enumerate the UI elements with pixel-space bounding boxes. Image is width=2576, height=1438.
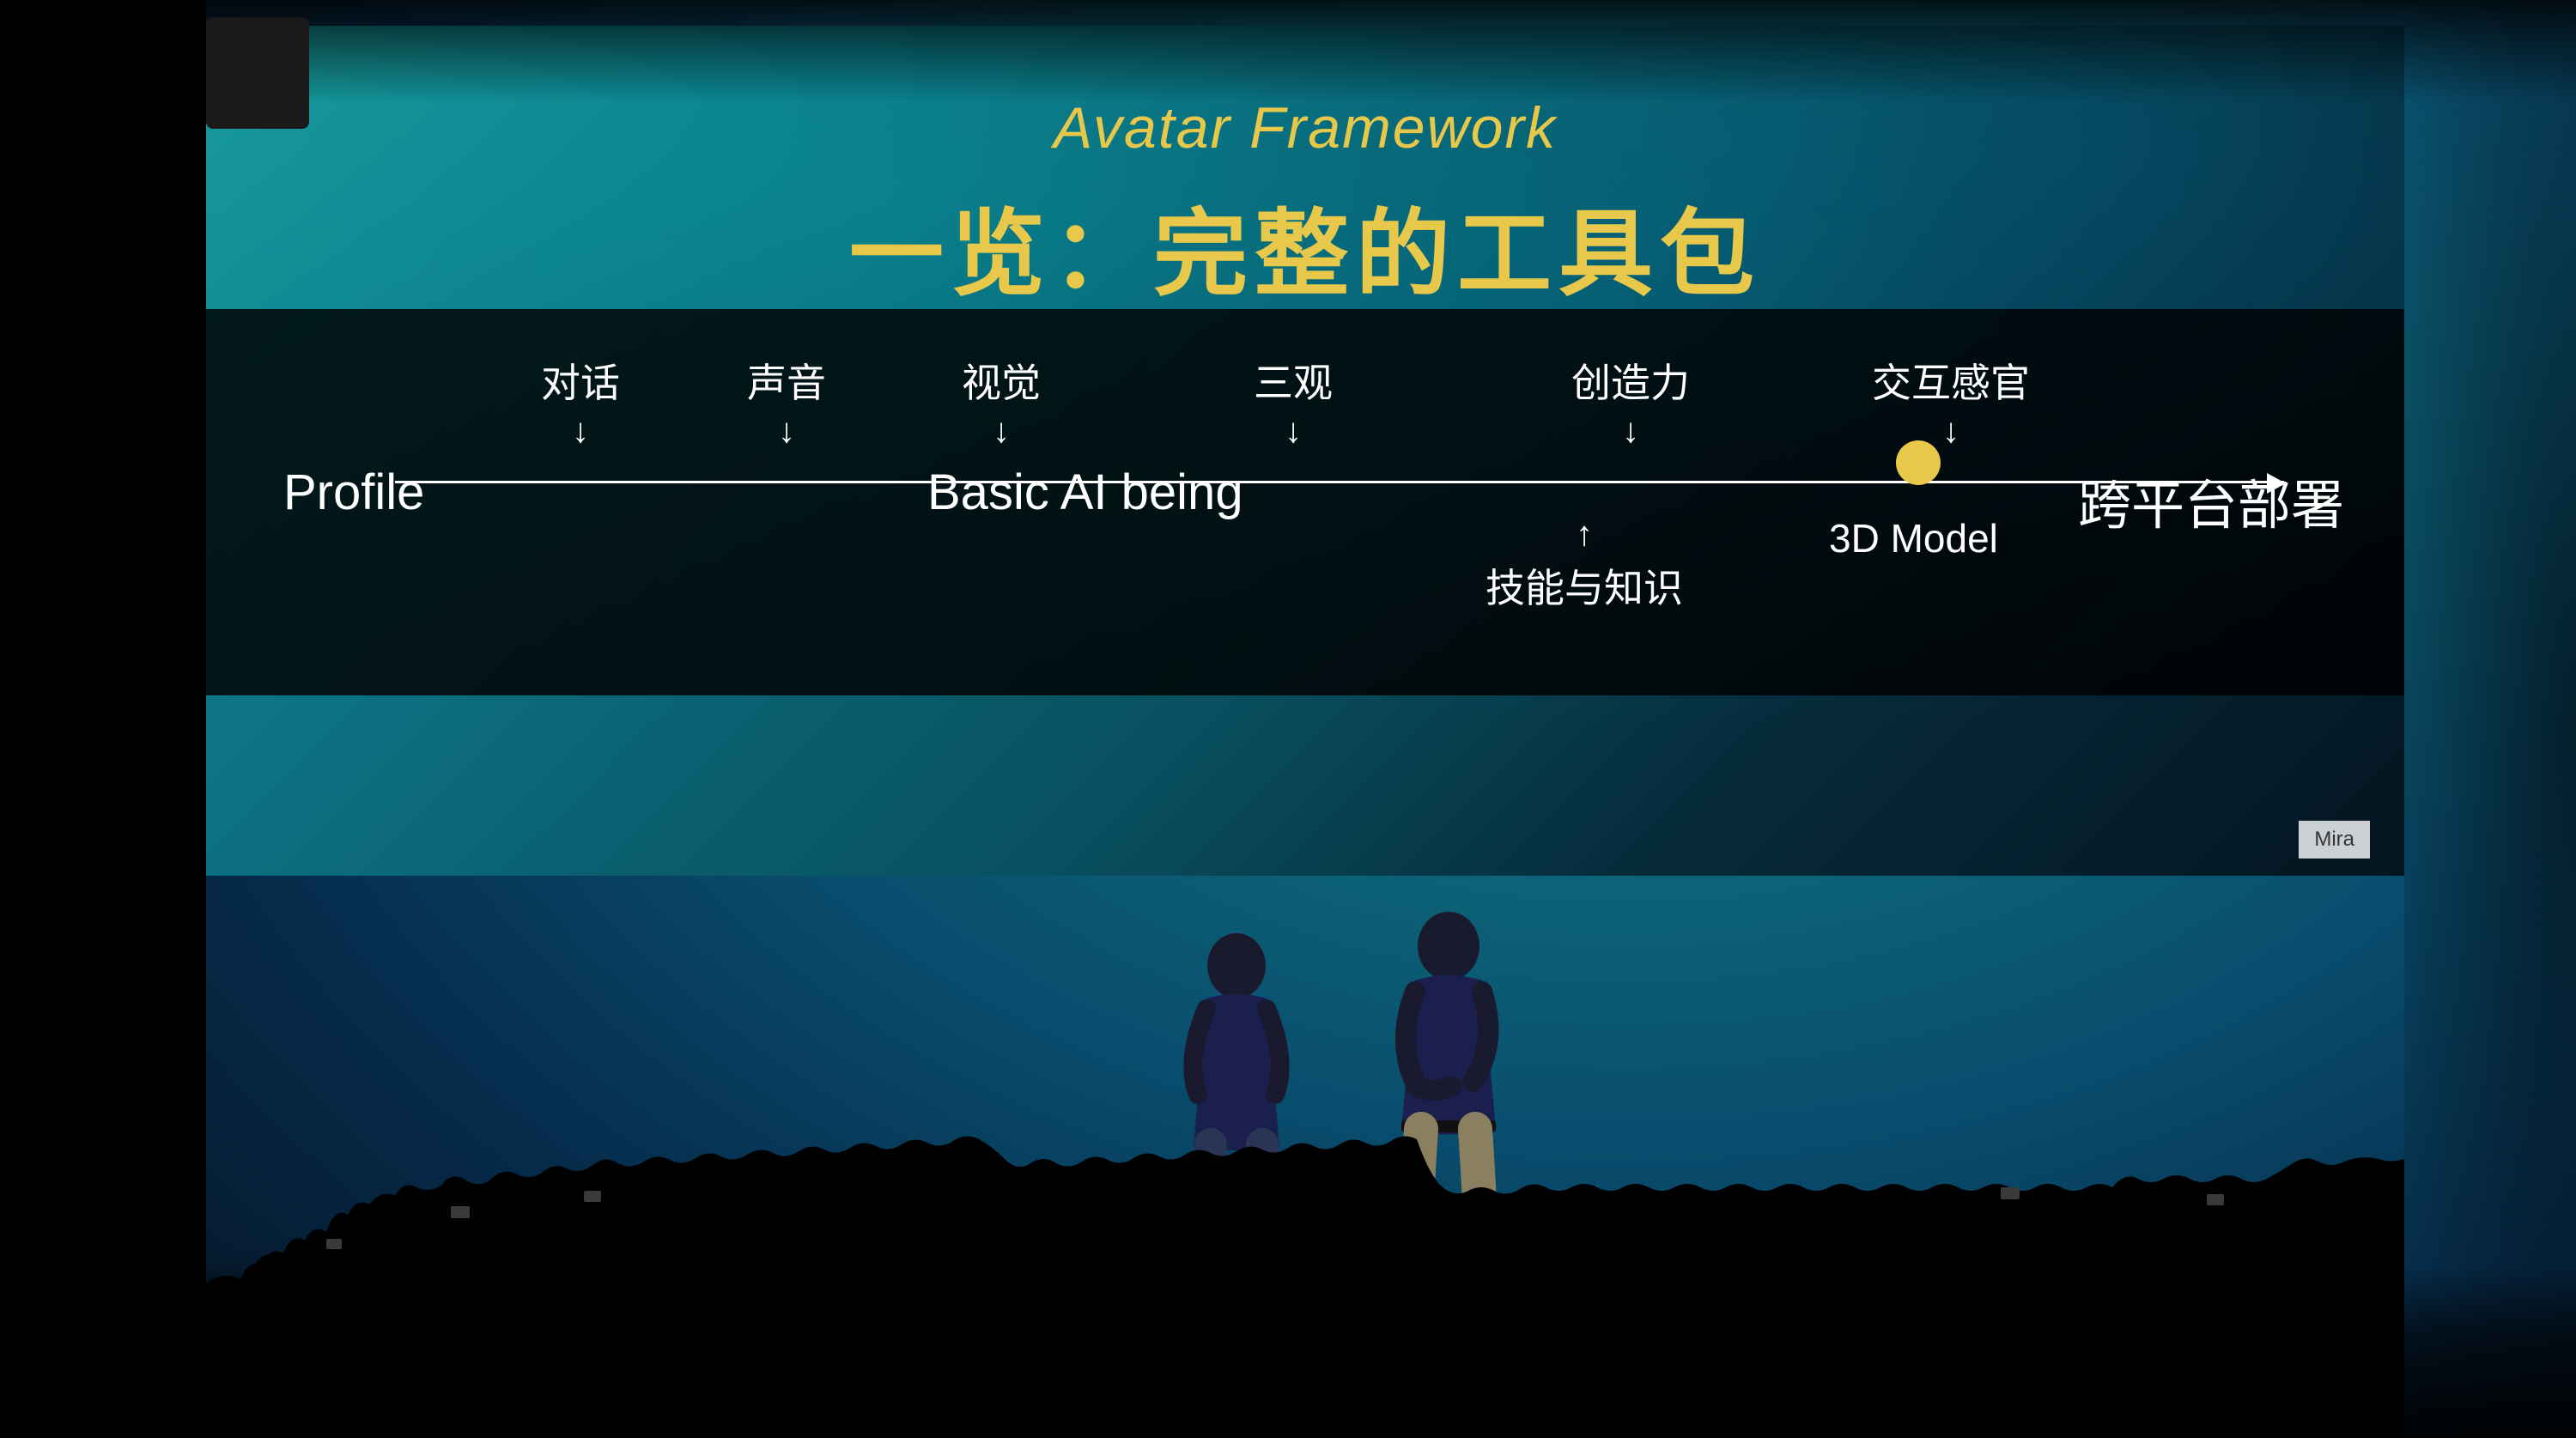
arrow-line-container (395, 481, 2284, 484)
presentation-screen: Avatar Framework 一览：完整的工具包 Profile Basic… (206, 26, 2404, 876)
arrow-line (395, 481, 2284, 483)
above-label-jiaohuganguan: 交互感官 ↓ (1872, 352, 2030, 451)
stage-equipment (206, 17, 309, 129)
watermark-text: Mira (2314, 828, 2354, 851)
above-label-shijue: 视觉 ↓ (962, 352, 1041, 451)
below-label-3d-model: 3D Model (1829, 515, 1998, 561)
vignette-right (2404, 0, 2576, 1438)
label-basic-ai: Basic AI being (927, 464, 1243, 521)
label-profile: Profile (283, 464, 424, 521)
watermark-box: Mira (2299, 821, 2370, 859)
title-english: Avatar Framework (206, 94, 2404, 161)
above-label-shengyin: 声音 ↓ (747, 352, 826, 451)
title-chinese: 一览：完整的工具包 (206, 177, 2404, 314)
vignette-top (0, 0, 2576, 103)
below-label-jineng: ↑ 技能与知识 (1485, 515, 1683, 614)
vignette-left (0, 0, 206, 1438)
vignette-bottom (0, 1266, 2576, 1438)
scene: Avatar Framework 一览：完整的工具包 Profile Basic… (0, 0, 2576, 1438)
label-cross-platform: 跨平台部署 (2078, 462, 2344, 539)
diagram-container: Profile Basic AI being 跨平台部署 对话 ↓ 声音 ↓ (258, 318, 2353, 687)
above-label-chuangzaoli: 创造力 ↓ (1571, 352, 1690, 451)
above-label-sanguan: 三观 ↓ (1254, 352, 1333, 451)
title-area: Avatar Framework 一览：完整的工具包 (206, 94, 2404, 314)
above-label-duihua: 对话 ↓ (541, 352, 620, 451)
